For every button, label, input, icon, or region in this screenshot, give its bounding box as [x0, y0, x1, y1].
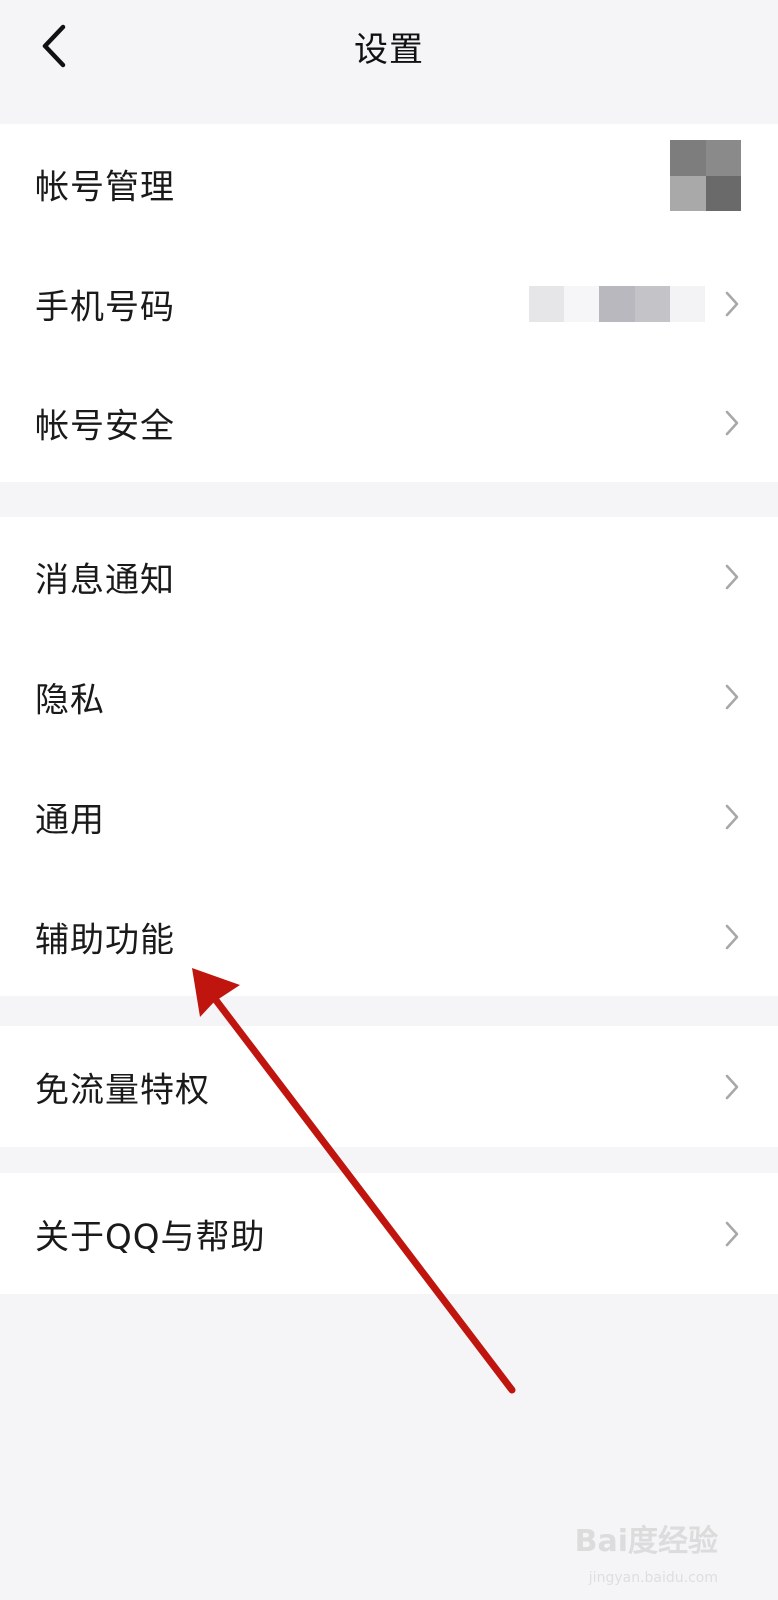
settings-item-label: 辅助功能	[35, 920, 175, 960]
chevron-right-icon	[725, 410, 739, 435]
chevron-right-icon	[725, 564, 739, 590]
settings-item-label: 帐号安全	[35, 406, 175, 446]
avatar	[670, 140, 741, 211]
settings-item-label: 手机号码	[35, 287, 175, 327]
chevron-right-icon	[725, 804, 739, 830]
settings-item-privacy[interactable]: 隐私	[0, 637, 778, 757]
settings-item-label: 帐号管理	[35, 167, 175, 208]
watermark-logo: Bai度经验	[574, 1524, 718, 1559]
settings-group-general: 消息通知 隐私 通用 辅助功能	[0, 517, 778, 996]
settings-item-label: 消息通知	[35, 560, 175, 601]
settings-group-account: 帐号管理 手机号码 帐号安全	[0, 124, 778, 482]
chevron-right-icon	[725, 924, 739, 949]
chevron-right-icon	[725, 291, 739, 316]
settings-item-label: 通用	[35, 800, 105, 841]
settings-item-account-security[interactable]: 帐号安全	[0, 363, 778, 482]
settings-item-phone-number[interactable]: 手机号码	[0, 244, 778, 363]
settings-group-data: 免流量特权	[0, 1026, 778, 1147]
settings-item-general[interactable]: 通用	[0, 757, 778, 877]
header: 设置	[0, 0, 778, 124]
settings-item-accessibility[interactable]: 辅助功能	[0, 877, 778, 996]
settings-item-account-management[interactable]: 帐号管理	[0, 124, 778, 244]
chevron-right-icon	[725, 1221, 739, 1246]
phone-number-redacted	[529, 285, 706, 322]
settings-group-about: 关于QQ与帮助	[0, 1173, 778, 1294]
settings-item-notifications[interactable]: 消息通知	[0, 517, 778, 637]
watermark-url: jingyan.baidu.com	[588, 1570, 718, 1586]
page-title: 设置	[354, 30, 424, 70]
settings-item-label: 关于QQ与帮助	[35, 1217, 266, 1257]
chevron-right-icon	[725, 684, 739, 710]
settings-item-about-help[interactable]: 关于QQ与帮助	[0, 1173, 778, 1294]
settings-item-free-data[interactable]: 免流量特权	[0, 1026, 778, 1147]
settings-item-label: 免流量特权	[35, 1070, 210, 1110]
settings-item-label: 隐私	[35, 680, 105, 721]
chevron-right-icon	[725, 1074, 739, 1099]
